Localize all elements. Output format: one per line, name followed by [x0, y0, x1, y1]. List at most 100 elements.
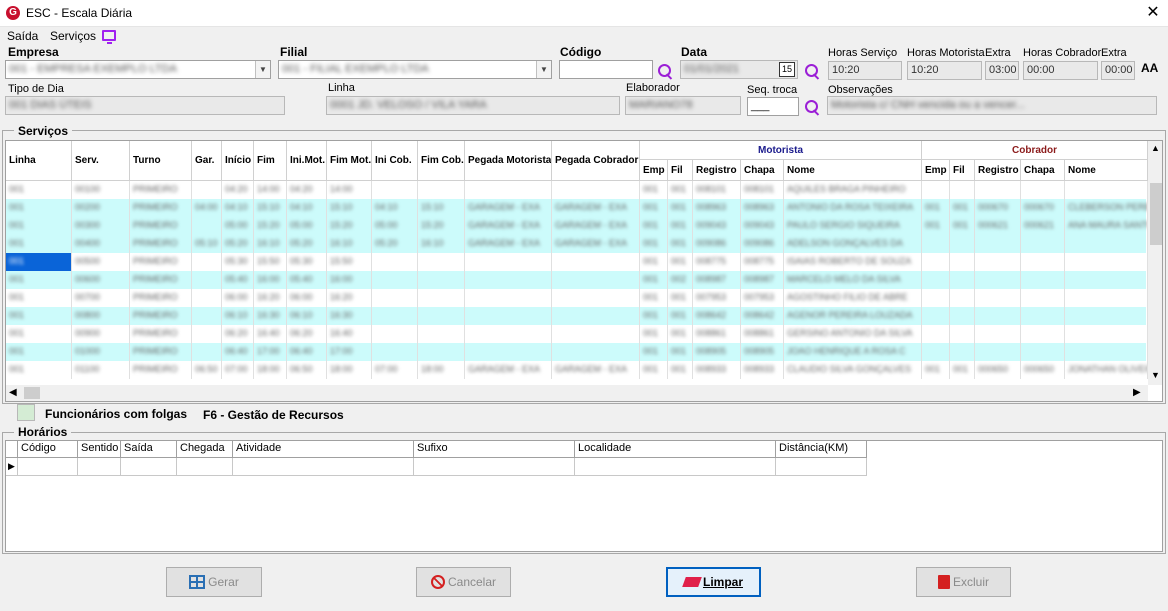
table-cell[interactable]: 008642	[693, 307, 741, 325]
search-icon[interactable]	[804, 99, 820, 115]
table-cell[interactable]: AQUILES BRAGA PINHEIRO	[784, 181, 922, 199]
table-cell[interactable]: GARAGEM - EXA	[465, 361, 552, 379]
table-cell[interactable]: 17:00	[254, 343, 287, 361]
table-cell[interactable]: 001	[6, 217, 72, 235]
table-cell[interactable]	[950, 325, 975, 343]
table-cell[interactable]: GARAGEM - EXA	[465, 217, 552, 235]
table-cell[interactable]: 008963	[693, 199, 741, 217]
table-cell[interactable]: 001	[640, 181, 668, 199]
scroll-down-icon[interactable]: ▼	[1151, 370, 1160, 380]
table-cell[interactable]	[922, 235, 950, 253]
empresa-combo[interactable]: 001 - EMPRESA EXEMPLO LTDA ▼	[5, 60, 271, 79]
column-header[interactable]: Linha	[6, 141, 72, 181]
table-cell[interactable]: 008101	[741, 181, 784, 199]
table-cell[interactable]	[1021, 235, 1065, 253]
table-cell[interactable]	[192, 181, 222, 199]
table-cell[interactable]: 15:20	[254, 217, 287, 235]
table-row[interactable]: 001 00500 PRIMEIRO 05:30 15:50 05:30 15:50 001 0…	[6, 253, 1148, 271]
motorista-column-header[interactable]: Emp	[640, 160, 668, 181]
table-cell[interactable]: 001	[668, 343, 693, 361]
table-cell[interactable]: 06:20	[222, 325, 254, 343]
table-cell[interactable]: 008933	[741, 361, 784, 379]
cobrador-group-header[interactable]: Cobrador	[922, 141, 1148, 160]
table-cell[interactable]: PRIMEIRO	[130, 199, 192, 217]
column-header[interactable]: Pegada Cobrador	[552, 141, 640, 181]
table-cell[interactable]: GARAGEM - EXA	[552, 361, 640, 379]
table-cell[interactable]	[552, 325, 640, 343]
horarios-column-header[interactable]: Localidade	[575, 441, 776, 458]
table-cell[interactable]: 00300	[72, 217, 130, 235]
cobrador-column-header[interactable]: Emp	[922, 160, 950, 181]
table-cell[interactable]	[975, 271, 1021, 289]
table-row[interactable]: 001 00600 PRIMEIRO 05:40 16:00 05:40 16:00 001 0…	[6, 271, 1148, 289]
scroll-left-icon[interactable]: ◀	[9, 387, 17, 398]
table-cell[interactable]	[922, 289, 950, 307]
table-cell[interactable]	[418, 289, 465, 307]
table-cell[interactable]: 15:20	[327, 217, 372, 235]
column-header[interactable]: Gar.	[192, 141, 222, 181]
table-cell[interactable]	[950, 235, 975, 253]
scroll-thumb[interactable]	[1150, 183, 1162, 245]
table-cell[interactable]	[418, 343, 465, 361]
table-cell[interactable]	[192, 343, 222, 361]
table-cell[interactable]	[1021, 253, 1065, 271]
table-cell[interactable]: 18:00	[418, 361, 465, 379]
table-cell[interactable]	[975, 181, 1021, 199]
table-cell[interactable]: 001	[640, 199, 668, 217]
table-cell[interactable]: PRIMEIRO	[130, 235, 192, 253]
column-header[interactable]: Fim Mot.	[327, 141, 372, 181]
table-cell[interactable]	[465, 343, 552, 361]
table-cell[interactable]: GERSINO ANTONIO DA SILVA	[784, 325, 922, 343]
horarios-column-header[interactable]: Código	[18, 441, 78, 458]
table-cell[interactable]	[975, 235, 1021, 253]
table-cell[interactable]: 05:40	[287, 271, 327, 289]
table-cell[interactable]: 000650	[1021, 361, 1065, 379]
horarios-cell[interactable]	[18, 458, 78, 476]
table-cell[interactable]: 00200	[72, 199, 130, 217]
table-cell[interactable]	[192, 289, 222, 307]
table-cell[interactable]: PRIMEIRO	[130, 361, 192, 379]
table-cell[interactable]: GARAGEM - EXA	[465, 199, 552, 217]
table-cell[interactable]: 001	[640, 289, 668, 307]
horarios-cell[interactable]	[121, 458, 177, 476]
table-cell[interactable]	[465, 325, 552, 343]
table-cell[interactable]: 001	[640, 325, 668, 343]
table-cell[interactable]	[922, 181, 950, 199]
table-cell[interactable]: 008905	[741, 343, 784, 361]
table-cell[interactable]: 15:20	[418, 217, 465, 235]
table-cell[interactable]: 007953	[693, 289, 741, 307]
table-cell[interactable]: 15:10	[327, 199, 372, 217]
table-cell[interactable]: MARCELO MELO DA SILVA	[784, 271, 922, 289]
table-cell[interactable]: 00900	[72, 325, 130, 343]
table-cell[interactable]	[922, 343, 950, 361]
table-cell[interactable]: 00600	[72, 271, 130, 289]
table-cell[interactable]	[1021, 289, 1065, 307]
table-cell[interactable]: 06:20	[287, 325, 327, 343]
motorista-column-header[interactable]: Chapa	[741, 160, 784, 181]
table-cell[interactable]	[192, 217, 222, 235]
table-cell[interactable]	[1065, 289, 1148, 307]
table-cell[interactable]: 001	[950, 217, 975, 235]
table-cell[interactable]: PRIMEIRO	[130, 343, 192, 361]
table-cell[interactable]: 001	[668, 253, 693, 271]
table-cell[interactable]: PRIMEIRO	[130, 325, 192, 343]
cobrador-column-header[interactable]: Fil	[950, 160, 975, 181]
table-cell[interactable]	[418, 325, 465, 343]
table-cell[interactable]: 008933	[693, 361, 741, 379]
table-cell[interactable]	[552, 343, 640, 361]
table-cell[interactable]: 001	[668, 235, 693, 253]
table-cell[interactable]: 04:20	[222, 181, 254, 199]
table-cell[interactable]: 16:00	[327, 271, 372, 289]
table-cell[interactable]	[922, 253, 950, 271]
table-cell[interactable]: 008861	[741, 325, 784, 343]
table-cell[interactable]: 06:50	[192, 361, 222, 379]
table-cell[interactable]: 04:10	[287, 199, 327, 217]
table-cell[interactable]: 001	[950, 199, 975, 217]
table-cell[interactable]: 001	[6, 289, 72, 307]
table-cell[interactable]: 06:50	[287, 361, 327, 379]
table-cell[interactable]	[950, 271, 975, 289]
table-cell[interactable]: 07:00	[222, 361, 254, 379]
table-cell[interactable]: 16:00	[254, 271, 287, 289]
table-cell[interactable]	[465, 289, 552, 307]
table-cell[interactable]: 009043	[693, 217, 741, 235]
